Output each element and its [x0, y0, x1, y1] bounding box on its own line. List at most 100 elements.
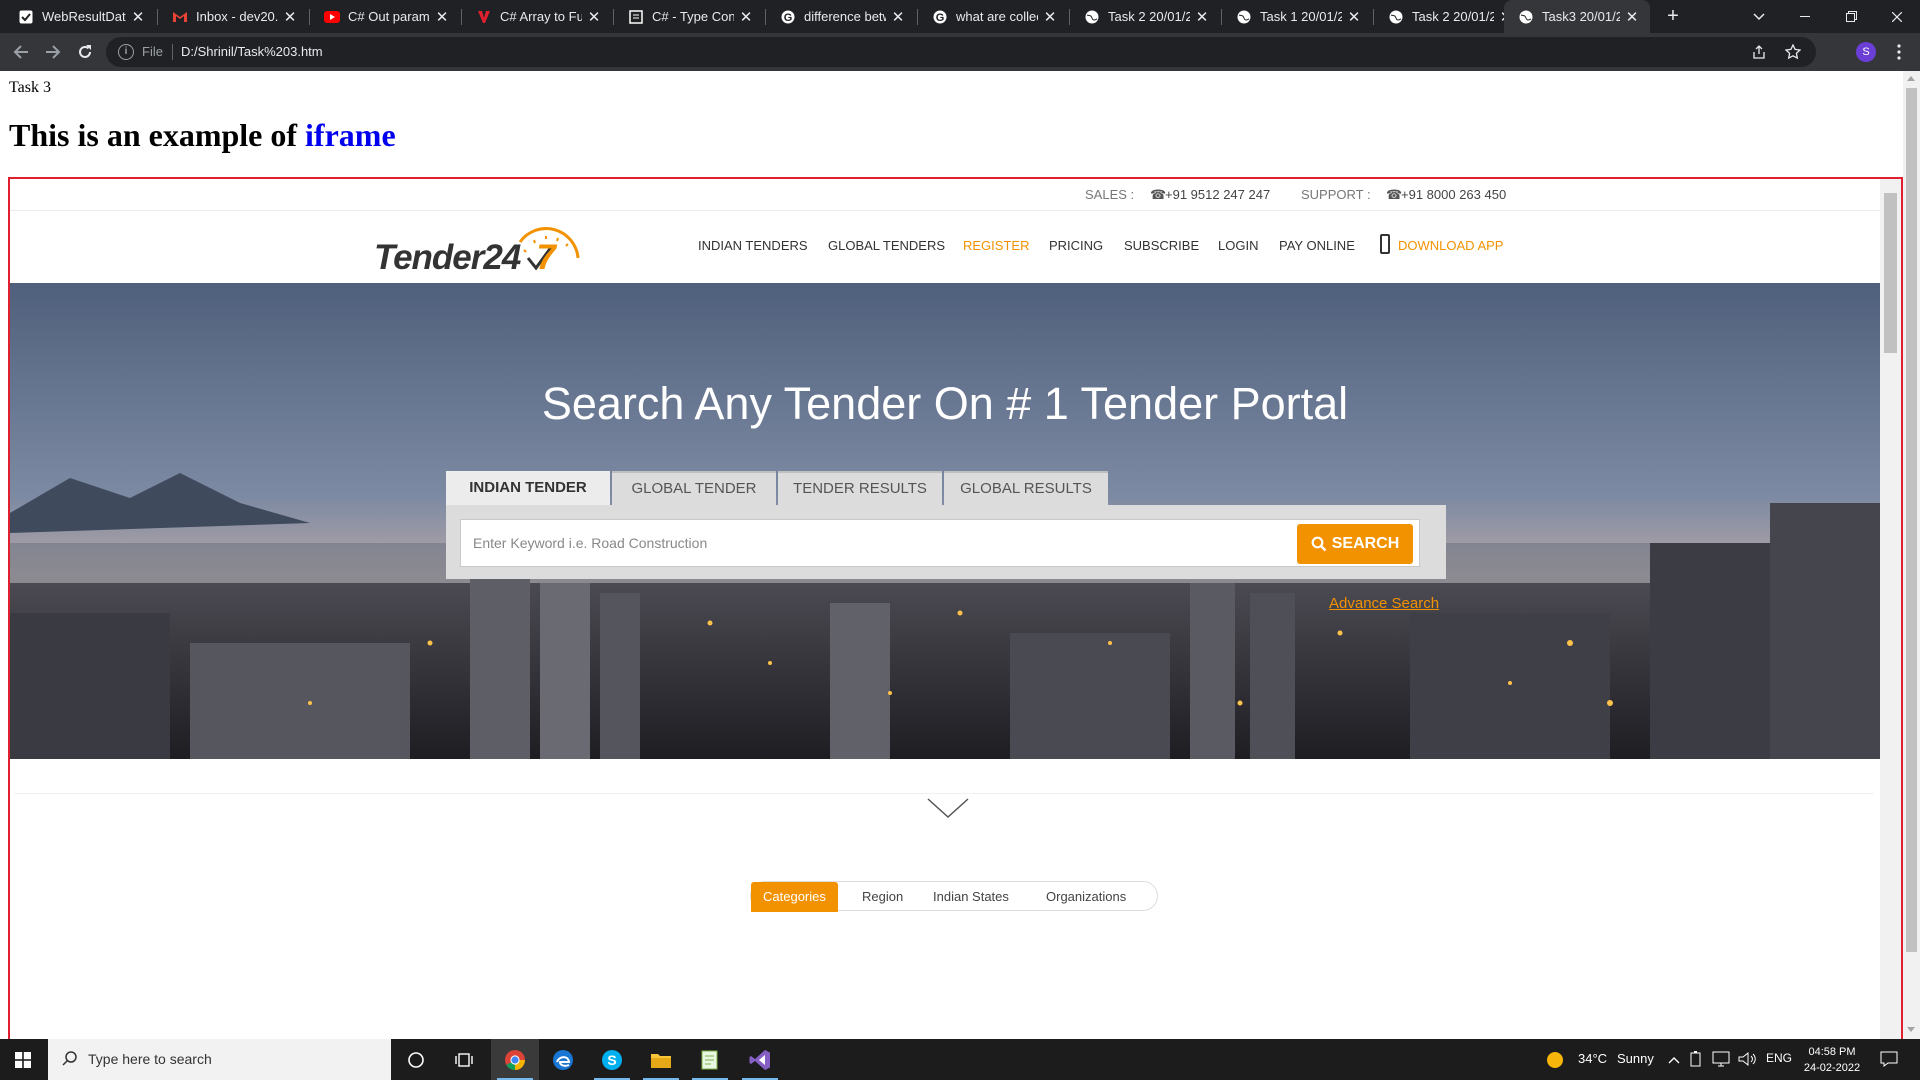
profile-avatar[interactable]: S	[1856, 42, 1876, 62]
keyword-search-input[interactable]	[461, 520, 1281, 566]
browser-tab[interactable]: Task 2 20/01/20 ✕	[1374, 0, 1524, 33]
battery-icon[interactable]	[1690, 1051, 1704, 1070]
browser-tab[interactable]: C# Array to Fun ✕	[462, 0, 612, 33]
browser-tab[interactable]: G difference betw ✕	[766, 0, 916, 33]
browser-tab[interactable]: C# Out paramet ✕	[310, 0, 460, 33]
site-info-icon[interactable]: i	[118, 44, 134, 60]
star-icon[interactable]	[1780, 39, 1806, 65]
page-scrollbar-thumb[interactable]	[1906, 88, 1917, 952]
close-tab-icon[interactable]: ✕	[1194, 8, 1210, 26]
nav-register[interactable]: REGISTER	[963, 238, 1029, 253]
nav-pricing[interactable]: PRICING	[1049, 238, 1103, 253]
url-text[interactable]: D:/Shrinil/Task%203.htm	[181, 44, 323, 59]
search-button[interactable]: SEARCH	[1297, 524, 1413, 564]
address-bar[interactable]: i File D:/Shrinil/Task%203.htm	[106, 37, 1816, 67]
visual-studio-icon[interactable]	[736, 1039, 784, 1080]
svg-text:G: G	[784, 12, 793, 24]
hero-title: Search Any Tender On # 1 Tender Portal	[541, 378, 1349, 429]
menu-kebab-icon[interactable]	[1886, 39, 1912, 65]
file-explorer-icon[interactable]	[637, 1039, 685, 1080]
tab-title: Task3 20/01/20	[1542, 9, 1620, 24]
iframe-scrollbar[interactable]	[1880, 179, 1901, 1039]
iframe-scrollbar-thumb[interactable]	[1884, 193, 1897, 353]
nav-indian-tenders[interactable]: INDIAN TENDERS	[698, 238, 808, 253]
taskbar-search-placeholder: Type here to search	[88, 1051, 212, 1067]
new-tab-button[interactable]: +	[1650, 0, 1696, 33]
chrome-icon[interactable]	[491, 1039, 539, 1080]
language-indicator[interactable]: ENG	[1766, 1051, 1792, 1065]
minimize-icon[interactable]	[1782, 0, 1828, 33]
browser-tab[interactable]: Task 2 20/01/20 ✕	[1070, 0, 1220, 33]
task-view-icon[interactable]	[440, 1039, 488, 1080]
tab-indian-states[interactable]: Indian States	[933, 882, 1009, 912]
browser-tab[interactable]: G what are collect ✕	[918, 0, 1068, 33]
windows-taskbar: Type here to search S 34°C Sunny ENG 04:…	[0, 1039, 1920, 1080]
back-arrow-icon[interactable]	[8, 39, 34, 65]
windows-start-icon[interactable]	[0, 1039, 46, 1080]
tab-global-tender[interactable]: GLOBAL TENDER	[612, 471, 776, 505]
skype-icon[interactable]: S	[588, 1039, 636, 1080]
close-tab-icon[interactable]: ✕	[434, 8, 450, 26]
weather-temp[interactable]: 34°C	[1578, 1051, 1607, 1066]
scroll-down-icon[interactable]	[1907, 1027, 1915, 1032]
tab-tender-results[interactable]: TENDER RESULTS	[778, 471, 942, 505]
close-tab-icon[interactable]: ✕	[282, 8, 298, 26]
tender247-logo[interactable]: Tender24 7	[374, 220, 580, 280]
forward-arrow-icon[interactable]	[40, 39, 66, 65]
weather-condition[interactable]: Sunny	[1617, 1051, 1654, 1066]
search-icon	[1311, 536, 1327, 552]
scroll-up-icon[interactable]	[1907, 76, 1915, 81]
tab-organizations[interactable]: Organizations	[1046, 882, 1126, 912]
nav-subscribe[interactable]: SUBSCRIBE	[1124, 238, 1199, 253]
phone-icon: ☎	[1150, 187, 1167, 202]
globe-icon	[1518, 9, 1534, 25]
sales-number[interactable]: +91 9512 247 247	[1165, 187, 1270, 202]
tab-search-icon[interactable]	[1736, 0, 1782, 33]
share-icon[interactable]	[1746, 39, 1772, 65]
iframe-link[interactable]: iframe	[305, 117, 396, 153]
notepad-plus-icon[interactable]	[686, 1039, 734, 1080]
system-clock[interactable]: 04:58 PM 24-02-2022	[1798, 1044, 1866, 1076]
weather-sun-icon[interactable]	[1546, 1051, 1564, 1072]
volume-icon[interactable]	[1738, 1051, 1756, 1070]
close-tab-icon[interactable]: ✕	[1042, 8, 1058, 26]
browser-tab[interactable]: Inbox - dev20. ✕	[158, 0, 308, 33]
cortana-icon[interactable]	[392, 1039, 440, 1080]
browser-tab[interactable]: C# - Type Conve ✕	[614, 0, 764, 33]
close-window-icon[interactable]	[1874, 0, 1920, 33]
phone-icon: ☎	[1386, 187, 1403, 202]
close-tab-icon[interactable]: ✕	[1346, 8, 1362, 26]
close-tab-icon[interactable]: ✕	[890, 8, 906, 26]
chevron-up-icon[interactable]	[1668, 1052, 1680, 1067]
close-tab-icon[interactable]: ✕	[738, 8, 754, 26]
search-panel: SEARCH	[446, 505, 1446, 579]
support-number[interactable]: +91 8000 263 450	[1401, 187, 1506, 202]
svg-text:S: S	[607, 1052, 616, 1068]
heading-text: This is an example of	[9, 117, 298, 153]
browser-tab[interactable]: WebResultData ✕	[4, 0, 156, 33]
page-scrollbar[interactable]	[1903, 71, 1920, 1039]
browser-tab[interactable]: Task 1 20/01/20 ✕	[1222, 0, 1372, 33]
tab-categories[interactable]: Categories	[751, 882, 838, 912]
edge-icon[interactable]	[539, 1039, 587, 1080]
nav-login[interactable]: LOGIN	[1218, 238, 1258, 253]
reload-icon[interactable]	[72, 39, 98, 65]
close-tab-icon[interactable]: ✕	[130, 8, 146, 26]
page-label: Task 3	[9, 79, 51, 96]
taskbar-search-box[interactable]: Type here to search	[48, 1039, 391, 1080]
close-tab-icon[interactable]: ✕	[1624, 8, 1640, 26]
nav-pay-online[interactable]: PAY ONLINE	[1279, 238, 1355, 253]
nav-global-tenders[interactable]: GLOBAL TENDERS	[828, 238, 945, 253]
scheme-label: File	[142, 44, 163, 59]
network-icon[interactable]	[1712, 1051, 1730, 1070]
nav-download-app[interactable]: DOWNLOAD APP	[1398, 238, 1503, 253]
close-tab-icon[interactable]: ✕	[586, 8, 602, 26]
tab-indian-tender[interactable]: INDIAN TENDER	[446, 471, 610, 505]
restore-icon[interactable]	[1828, 0, 1874, 33]
tab-region[interactable]: Region	[862, 882, 903, 912]
chevron-down-icon[interactable]	[926, 797, 970, 821]
browser-tab-active[interactable]: Task3 20/01/20 ✕	[1504, 0, 1650, 33]
notification-icon[interactable]	[1880, 1051, 1898, 1070]
tab-global-results[interactable]: GLOBAL RESULTS	[944, 471, 1108, 505]
advance-search-link[interactable]: Advance Search	[1329, 595, 1439, 612]
